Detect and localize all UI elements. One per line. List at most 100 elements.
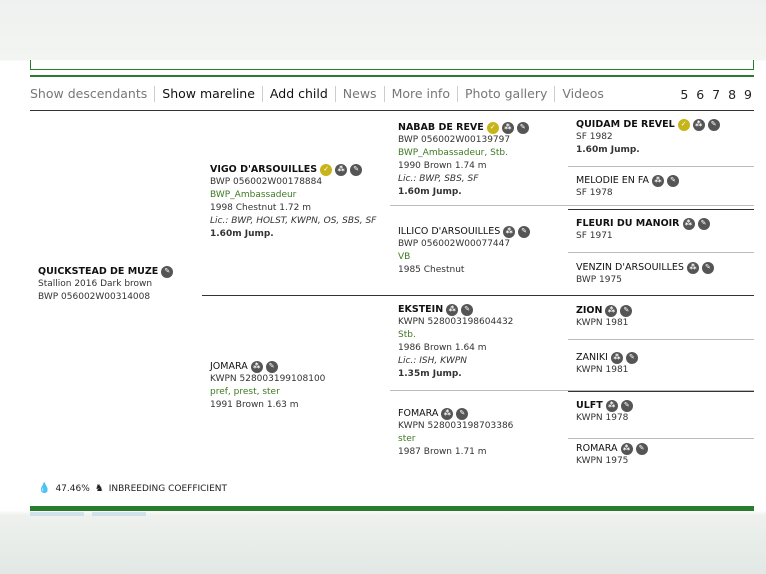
g3-name[interactable]: ZANIKI [576, 351, 608, 364]
offspring-icon[interactable]: ⁂ [686, 261, 699, 274]
sire-dam-horse[interactable]: ILLICO D'ARSOUILLES ⁂ ✎ BWP 056002W0007744… [398, 225, 531, 277]
edit-icon[interactable]: ✎ [456, 407, 469, 420]
edit-icon[interactable]: ✎ [620, 399, 633, 412]
dam-name[interactable]: JOMARA [210, 360, 248, 373]
dam-dam-horse[interactable]: FOMARA ⁂ ✎ KWPN 528003198703386 ster 1987 … [398, 407, 513, 459]
edit-icon[interactable]: ✎ [265, 360, 278, 373]
g3-horse-8[interactable]: ROMARA ⁂ ✎ KWPN 1975 [576, 442, 648, 468]
dam-sire-horse[interactable]: EKSTEIN ⁂ ✎ KWPN 528003198604432 Stb. 1986… [398, 303, 513, 381]
g3-horse-6[interactable]: ZANIKI ⁂ ✎ KWPN 1981 [576, 351, 638, 377]
divider [568, 209, 754, 210]
edit-icon[interactable]: ✎ [161, 265, 174, 278]
dd-name[interactable]: FOMARA [398, 407, 438, 420]
award-icon: ✓ [486, 121, 499, 134]
edit-icon[interactable]: ✎ [707, 118, 720, 131]
faded-button [92, 512, 146, 516]
ds-jump: 1.35m Jump. [398, 369, 462, 379]
horse-icon: ♞ [94, 483, 104, 494]
g3-horse-1[interactable]: QUIDAM DE REVEL ✓ ⁂ ✎ SF 1982 1.60m Jump. [576, 118, 720, 157]
g3-line1: KWPN 1975 [576, 456, 629, 466]
subject-name[interactable]: QUICKSTEAD DE MUZE [38, 265, 158, 278]
inbreeding-label: INBREEDING COEFFICIENT [108, 483, 228, 494]
sire-sire-horse[interactable]: NABAB DE REVE ✓ ⁂ ✎ BWP 056002W00139797 BWP… [398, 121, 529, 199]
g3-line1: SF 1978 [576, 188, 613, 198]
ds-lic: Lic.: ISH, KWPN [398, 356, 468, 366]
g3-name[interactable]: VENZIN D'ARSOUILLES [576, 261, 684, 274]
g3-name[interactable]: MELODIE EN FA [576, 174, 649, 187]
inbreeding-value: 47.46% [55, 483, 90, 494]
edit-icon[interactable]: ✎ [350, 163, 363, 176]
subject-line1: Stallion 2016 Dark brown [38, 279, 153, 289]
offspring-icon[interactable]: ⁂ [620, 442, 633, 455]
ds-studbook: Stb. [398, 330, 416, 340]
subject-horse[interactable]: QUICKSTEAD DE MUZE ✎ Stallion 2016 Dark b… [38, 265, 174, 304]
g3-line1: SF 1971 [576, 231, 613, 241]
g3-horse-5[interactable]: ZION ⁂ ✎ KWPN 1981 [576, 304, 633, 330]
sire-studbook: BWP_Ambassadeur [210, 190, 297, 200]
g3-horse-7[interactable]: ULFT ⁂ ✎ KWPN 1978 [576, 399, 633, 425]
offspring-icon[interactable]: ⁂ [446, 303, 459, 316]
videos-link[interactable]: Videos [554, 86, 611, 102]
sire-reg: BWP 056002W00178884 [210, 177, 323, 187]
show-mareline-link[interactable]: Show mareline [154, 86, 262, 102]
top-box [30, 60, 754, 70]
more-info-link[interactable]: More info [383, 86, 457, 102]
ds-name[interactable]: EKSTEIN [398, 303, 443, 316]
offspring-icon[interactable]: ⁂ [605, 304, 618, 317]
g3-line1: KWPN 1981 [576, 318, 629, 328]
edit-icon[interactable]: ✎ [635, 442, 648, 455]
g3-horse-4[interactable]: VENZIN D'ARSOUILLES ⁂ ✎ BWP 1975 [576, 261, 714, 287]
g3-name[interactable]: FLEURI DU MANOIR [576, 217, 680, 230]
pedigree-panel: Show descendants Show mareline Add child… [30, 60, 754, 516]
edit-icon[interactable]: ✎ [701, 261, 714, 274]
edit-icon[interactable]: ✎ [461, 303, 474, 316]
ss-reg: BWP 056002W00139797 [398, 135, 511, 145]
g3-name[interactable]: ZION [576, 304, 602, 317]
offspring-icon[interactable]: ⁂ [605, 399, 618, 412]
dd-reg: KWPN 528003198703386 [398, 421, 514, 431]
offspring-icon[interactable]: ⁂ [501, 121, 514, 134]
edit-icon[interactable]: ✎ [620, 304, 633, 317]
ss-studbook: BWP_Ambassadeur, Stb. [398, 148, 508, 158]
ss-name[interactable]: NABAB DE REVE [398, 121, 484, 134]
dam-studbook: pref, prest, ster [210, 387, 280, 397]
offspring-icon[interactable]: ⁂ [250, 360, 263, 373]
g3-name[interactable]: QUIDAM DE REVEL [576, 118, 675, 131]
offspring-icon[interactable]: ⁂ [503, 225, 516, 238]
dam-horse[interactable]: JOMARA ⁂ ✎ KWPN 528003199108100 pref, pres… [210, 360, 325, 412]
sd-reg: BWP 056002W00077447 [398, 239, 511, 249]
sire-name[interactable]: VIGO D'ARSOUILLES [210, 163, 317, 176]
news-link[interactable]: News [334, 86, 384, 102]
photo-gallery-link[interactable]: Photo gallery [456, 86, 554, 102]
g3-name[interactable]: ROMARA [576, 442, 618, 455]
sire-horse[interactable]: VIGO D'ARSOUILLES ✓ ⁂ ✎ BWP 056002W00178884… [210, 163, 376, 241]
offspring-icon[interactable]: ⁂ [652, 174, 664, 187]
g3-name[interactable]: ULFT [576, 399, 603, 412]
dam-info: 1991 Brown 1.63 m [210, 400, 299, 410]
offspring-icon[interactable]: ⁂ [610, 351, 623, 364]
divider [202, 295, 754, 296]
offspring-icon[interactable]: ⁂ [335, 163, 348, 176]
edit-icon[interactable]: ✎ [516, 121, 529, 134]
g3-horse-3[interactable]: FLEURI DU MANOIR ⁂ ✎ SF 1971 [576, 217, 710, 243]
add-child-link[interactable]: Add child [261, 86, 335, 102]
sd-name[interactable]: ILLICO D'ARSOUILLES [398, 225, 500, 238]
edit-icon[interactable]: ✎ [667, 174, 679, 187]
g3-jump: 1.60m Jump. [576, 145, 640, 155]
edit-icon[interactable]: ✎ [625, 351, 638, 364]
sd-info: 1985 Chestnut [398, 265, 465, 275]
offspring-icon[interactable]: ⁂ [682, 217, 695, 230]
divider [390, 205, 754, 206]
dam-reg: KWPN 528003199108100 [210, 374, 326, 384]
edit-icon[interactable]: ✎ [518, 225, 531, 238]
sire-lic: Lic.: BWP, HOLST, KWPN, OS, SBS, SF [210, 216, 377, 226]
show-descendants-link[interactable]: Show descendants [30, 86, 154, 102]
edit-icon[interactable]: ✎ [697, 217, 710, 230]
ss-info: 1990 Brown 1.74 m [398, 161, 487, 171]
g3-line1: BWP 1975 [576, 275, 622, 285]
generation-selector[interactable]: 5 6 7 8 9 [680, 87, 754, 102]
offspring-icon[interactable]: ⁂ [441, 407, 454, 420]
dd-info: 1987 Brown 1.71 m [398, 447, 487, 457]
g3-horse-2[interactable]: MELODIE EN FA ⁂ ✎ SF 1978 [576, 174, 679, 200]
offspring-icon[interactable]: ⁂ [692, 118, 705, 131]
